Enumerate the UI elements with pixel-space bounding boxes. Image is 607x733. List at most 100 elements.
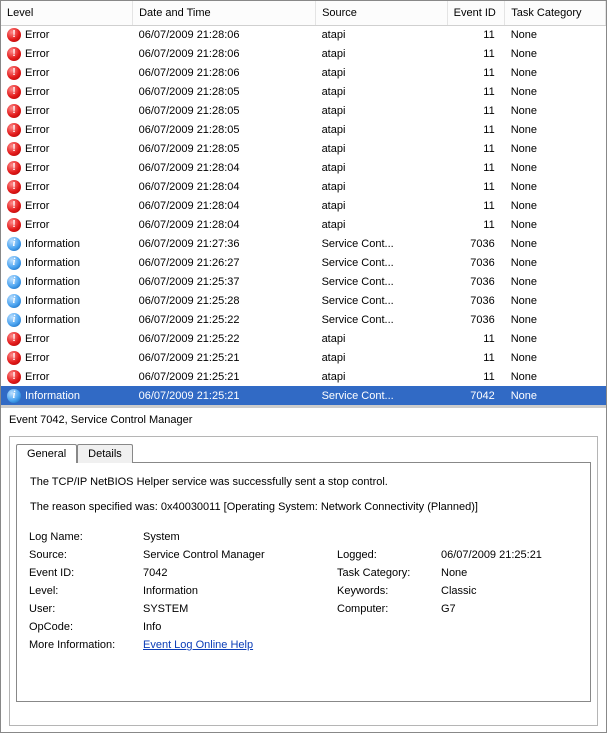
table-row[interactable]: Information06/07/2009 21:25:21Service Co… (1, 386, 606, 405)
table-row[interactable]: Error06/07/2009 21:25:22atapi11None (1, 329, 606, 348)
table-row[interactable]: Error06/07/2009 21:28:04atapi11None (1, 177, 606, 196)
error-icon (7, 66, 21, 80)
table-row[interactable]: Error06/07/2009 21:28:05atapi11None (1, 139, 606, 158)
level-text: Error (25, 219, 49, 231)
level-text: Error (25, 181, 49, 193)
event-properties: Log Name: System Source: Service Control… (29, 531, 578, 651)
cell-source: Service Cont... (316, 253, 448, 272)
column-header-eventid[interactable]: Event ID (447, 1, 505, 25)
tab-details[interactable]: Details (77, 444, 133, 463)
info-icon (7, 256, 21, 270)
cell-eventid: 11 (447, 44, 505, 63)
error-icon (7, 180, 21, 194)
table-row[interactable]: Error06/07/2009 21:28:06atapi11None (1, 44, 606, 63)
info-icon (7, 237, 21, 251)
cell-eventid: 11 (447, 25, 505, 44)
table-row[interactable]: Error06/07/2009 21:28:04atapi11None (1, 215, 606, 234)
table-row[interactable]: Information 06/07/2009 21:26:27Service Co… (1, 253, 606, 272)
column-header-datetime[interactable]: Date and Time (133, 1, 316, 25)
cell-datetime: 06/07/2009 21:28:06 (133, 63, 316, 82)
cell-eventid: 11 (447, 196, 505, 215)
computer-label: Computer: (337, 603, 437, 615)
cell-source: atapi (316, 120, 448, 139)
column-header-source[interactable]: Source (316, 1, 448, 25)
taskcat-label: Task Category: (337, 567, 437, 579)
cell-source: Service Cont... (316, 386, 448, 405)
logged-value: 06/07/2009 21:25:21 (441, 549, 601, 561)
log-name-value: System (143, 531, 333, 543)
cell-datetime: 06/07/2009 21:28:06 (133, 25, 316, 44)
table-row[interactable]: Information 06/07/2009 21:25:37Service Co… (1, 272, 606, 291)
cell-source: atapi (316, 82, 448, 101)
level-label: Level: (29, 585, 139, 597)
cell-datetime: 06/07/2009 21:28:05 (133, 139, 316, 158)
cell-datetime: 06/07/2009 21:28:05 (133, 101, 316, 120)
level-text: Information (25, 390, 80, 402)
event-table[interactable]: Level Date and Time Source Event ID Task… (1, 1, 606, 405)
cell-task: None (505, 158, 606, 177)
cell-datetime: 06/07/2009 21:25:28 (133, 291, 316, 310)
column-header-task[interactable]: Task Category (505, 1, 606, 25)
level-text: Error (25, 333, 49, 345)
table-row[interactable]: Information06/07/2009 21:25:28Service Co… (1, 291, 606, 310)
cell-source: atapi (316, 139, 448, 158)
table-row[interactable]: Information06/07/2009 21:25:22Service Co… (1, 310, 606, 329)
cell-source: Service Cont... (316, 272, 448, 291)
cell-source: atapi (316, 367, 448, 386)
computer-value: G7 (441, 603, 601, 615)
info-icon (7, 389, 21, 403)
cell-datetime: 06/07/2009 21:28:04 (133, 177, 316, 196)
cell-task: None (505, 386, 606, 405)
cell-task: None (505, 177, 606, 196)
moreinfo-link[interactable]: Event Log Online Help (143, 639, 253, 651)
cell-eventid: 11 (447, 367, 505, 386)
info-icon (7, 313, 21, 327)
table-row[interactable]: Error06/07/2009 21:28:04atapi11None (1, 158, 606, 177)
level-text: Error (25, 86, 49, 98)
cell-task: None (505, 101, 606, 120)
cell-datetime: 06/07/2009 21:25:37 (133, 272, 316, 291)
level-text: Information (25, 314, 80, 326)
cell-eventid: 7036 (447, 310, 505, 329)
cell-source: atapi (316, 44, 448, 63)
cell-datetime: 06/07/2009 21:27:36 (133, 234, 316, 253)
tab-general[interactable]: General (16, 444, 77, 463)
cell-task: None (505, 139, 606, 158)
table-row[interactable]: Error06/07/2009 21:28:05atapi11None (1, 101, 606, 120)
cell-task: None (505, 215, 606, 234)
error-icon (7, 85, 21, 99)
event-description-line2: The reason specified was: 0x40030011 [Op… (30, 499, 577, 516)
cell-eventid: 11 (447, 101, 505, 120)
cell-datetime: 06/07/2009 21:28:04 (133, 215, 316, 234)
table-row[interactable]: Error06/07/2009 21:28:06atapi11None (1, 63, 606, 82)
cell-datetime: 06/07/2009 21:26:27 (133, 253, 316, 272)
keywords-value: Classic (441, 585, 601, 597)
table-row[interactable]: Information06/07/2009 21:27:36Service Co… (1, 234, 606, 253)
level-text: Error (25, 352, 49, 364)
table-row[interactable]: Error06/07/2009 21:28:05atapi11None (1, 120, 606, 139)
log-name-label: Log Name: (29, 531, 139, 543)
table-row[interactable]: Error06/07/2009 21:28:06atapi11None (1, 25, 606, 44)
cell-eventid: 7036 (447, 253, 505, 272)
level-text: Information (25, 257, 80, 269)
table-row[interactable]: Error06/07/2009 21:28:05atapi11None (1, 82, 606, 101)
table-row[interactable]: Error06/07/2009 21:25:21atapi11None (1, 367, 606, 386)
user-label: User: (29, 603, 139, 615)
table-row[interactable]: Error06/07/2009 21:25:21atapi11None (1, 348, 606, 367)
details-header: Event 7042, Service Control Manager (1, 408, 606, 432)
table-row[interactable]: Error06/07/2009 21:28:04atapi11None (1, 196, 606, 215)
cell-source: atapi (316, 101, 448, 120)
cell-datetime: 06/07/2009 21:25:21 (133, 348, 316, 367)
level-text: Information (25, 295, 80, 307)
error-icon (7, 142, 21, 156)
error-icon (7, 47, 21, 61)
details-pane: Event 7042, Service Control Manager Gene… (1, 405, 606, 726)
level-text: Error (25, 371, 49, 383)
level-text: Information (25, 238, 80, 250)
cell-task: None (505, 25, 606, 44)
cell-datetime: 06/07/2009 21:25:22 (133, 310, 316, 329)
level-text: Error (25, 29, 49, 41)
level-text: Information (25, 276, 80, 288)
event-description-line1: The TCP/IP NetBIOS Helper service was su… (30, 474, 577, 491)
column-header-level[interactable]: Level (1, 1, 133, 25)
